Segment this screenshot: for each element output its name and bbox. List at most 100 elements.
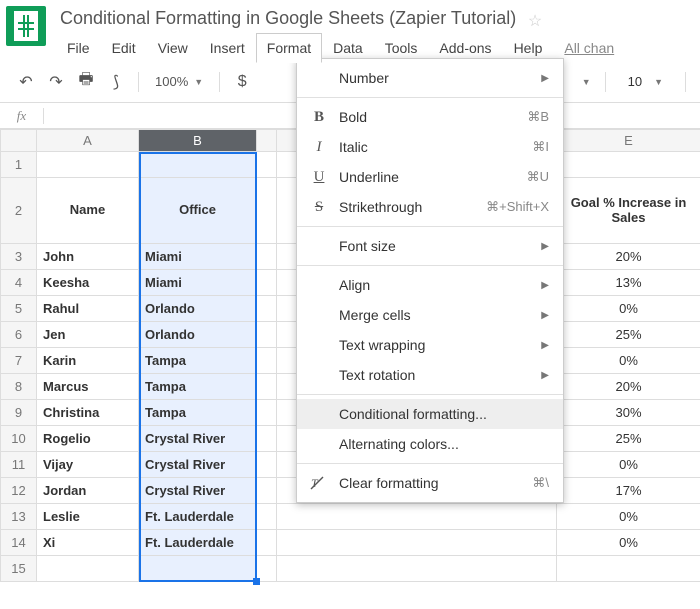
cell[interactable] <box>257 504 277 530</box>
format-conditional[interactable]: Conditional formatting... <box>297 399 563 429</box>
font-size-select[interactable]: 10 ▼ <box>620 74 671 89</box>
cell-office[interactable]: Crystal River <box>139 452 257 478</box>
cell[interactable] <box>257 296 277 322</box>
cell[interactable] <box>257 178 277 244</box>
cell[interactable] <box>257 556 277 582</box>
cell-goal[interactable]: 0% <box>557 504 700 530</box>
cell-goal[interactable]: 0% <box>557 296 700 322</box>
row-header[interactable]: 8 <box>1 374 37 400</box>
cell[interactable] <box>37 556 139 582</box>
format-align[interactable]: Align ▶ <box>297 270 563 300</box>
cell-name[interactable]: Xi <box>37 530 139 556</box>
menu-format[interactable]: Format <box>256 33 322 63</box>
format-alternating[interactable]: Alternating colors... <box>297 429 563 459</box>
undo-button[interactable]: ↶ <box>14 70 38 94</box>
cell-name[interactable]: Keesha <box>37 270 139 296</box>
cell[interactable] <box>257 348 277 374</box>
cell-name[interactable]: Christina <box>37 400 139 426</box>
col-header-gap[interactable] <box>257 130 277 152</box>
row-header[interactable]: 1 <box>1 152 37 178</box>
format-italic[interactable]: I Italic ⌘I <box>297 132 563 162</box>
cell[interactable] <box>557 152 700 178</box>
currency-button[interactable]: $ <box>230 70 254 94</box>
cell-goal[interactable]: 0% <box>557 452 700 478</box>
cell[interactable] <box>257 452 277 478</box>
row-header[interactable]: 13 <box>1 504 37 530</box>
cell-name[interactable]: Jordan <box>37 478 139 504</box>
format-underline[interactable]: U Underline ⌘U <box>297 162 563 192</box>
cell[interactable] <box>37 152 139 178</box>
cell-name[interactable]: Karin <box>37 348 139 374</box>
menu-file[interactable]: File <box>56 33 101 63</box>
cell-office[interactable]: Tampa <box>139 400 257 426</box>
format-clear[interactable]: T Clear formatting ⌘\ <box>297 468 563 498</box>
cell-office[interactable]: Miami <box>139 270 257 296</box>
row-header[interactable]: 2 <box>1 178 37 244</box>
cell[interactable] <box>277 504 557 530</box>
redo-button[interactable]: ↷ <box>44 70 68 94</box>
cell[interactable] <box>257 244 277 270</box>
row-header[interactable]: 3 <box>1 244 37 270</box>
col-header-B[interactable]: B <box>139 130 257 152</box>
cell-goal[interactable]: 25% <box>557 426 700 452</box>
cell-name[interactable]: Vijay <box>37 452 139 478</box>
cell[interactable] <box>257 426 277 452</box>
cell[interactable] <box>257 322 277 348</box>
cell[interactable] <box>277 530 557 556</box>
cell[interactable] <box>257 374 277 400</box>
row-header[interactable]: 12 <box>1 478 37 504</box>
cell-name[interactable]: Rahul <box>37 296 139 322</box>
format-rotation[interactable]: Text rotation ▶ <box>297 360 563 390</box>
cell[interactable] <box>257 530 277 556</box>
menu-all-changes[interactable]: All chan <box>553 33 625 63</box>
cell[interactable] <box>139 556 257 582</box>
cell-office[interactable]: Ft. Lauderdale <box>139 530 257 556</box>
cell-office[interactable]: Orlando <box>139 322 257 348</box>
cell-office[interactable]: Orlando <box>139 296 257 322</box>
row-header[interactable]: 10 <box>1 426 37 452</box>
cell[interactable] <box>277 556 557 582</box>
cell-office[interactable]: Crystal River <box>139 426 257 452</box>
cell[interactable] <box>257 400 277 426</box>
col-header-E[interactable]: E <box>557 130 700 152</box>
cell-name[interactable]: Jen <box>37 322 139 348</box>
cell-goal[interactable]: 30% <box>557 400 700 426</box>
row-header[interactable]: 7 <box>1 348 37 374</box>
menu-view[interactable]: View <box>147 33 199 63</box>
caret-down-icon[interactable]: ▼ <box>582 77 591 87</box>
row-header[interactable]: 5 <box>1 296 37 322</box>
select-all-cell[interactable] <box>1 130 37 152</box>
cell-goal[interactable]: 0% <box>557 530 700 556</box>
cell-goal[interactable]: 20% <box>557 374 700 400</box>
paint-format-button[interactable]: ⟆ <box>104 70 128 94</box>
cell[interactable] <box>257 478 277 504</box>
header-office[interactable]: Office <box>139 178 257 244</box>
row-header[interactable]: 15 <box>1 556 37 582</box>
sheets-logo[interactable] <box>6 6 46 46</box>
print-button[interactable]: 🖶 <box>74 70 98 94</box>
cell-goal[interactable]: 0% <box>557 348 700 374</box>
format-strikethrough[interactable]: S Strikethrough ⌘+Shift+X <box>297 192 563 222</box>
cell-goal[interactable]: 13% <box>557 270 700 296</box>
row-header[interactable]: 9 <box>1 400 37 426</box>
doc-title[interactable]: Conditional Formatting in Google Sheets … <box>56 6 520 31</box>
cell-goal[interactable]: 25% <box>557 322 700 348</box>
star-icon[interactable]: ☆ <box>528 13 542 30</box>
cell-name[interactable]: John <box>37 244 139 270</box>
col-header-A[interactable]: A <box>37 130 139 152</box>
format-wrap[interactable]: Text wrapping ▶ <box>297 330 563 360</box>
zoom-select[interactable]: 100% ▼ <box>149 74 209 89</box>
cell-office[interactable]: Tampa <box>139 348 257 374</box>
cell[interactable] <box>257 152 277 178</box>
format-bold[interactable]: B Bold ⌘B <box>297 102 563 132</box>
cell-name[interactable]: Leslie <box>37 504 139 530</box>
format-font-size[interactable]: Font size ▶ <box>297 231 563 261</box>
cell[interactable] <box>257 270 277 296</box>
cell-office[interactable]: Ft. Lauderdale <box>139 504 257 530</box>
menu-edit[interactable]: Edit <box>101 33 147 63</box>
cell-name[interactable]: Marcus <box>37 374 139 400</box>
cell-office[interactable]: Crystal River <box>139 478 257 504</box>
menu-insert[interactable]: Insert <box>199 33 256 63</box>
row-header[interactable]: 6 <box>1 322 37 348</box>
format-number[interactable]: Number ▶ <box>297 63 563 93</box>
